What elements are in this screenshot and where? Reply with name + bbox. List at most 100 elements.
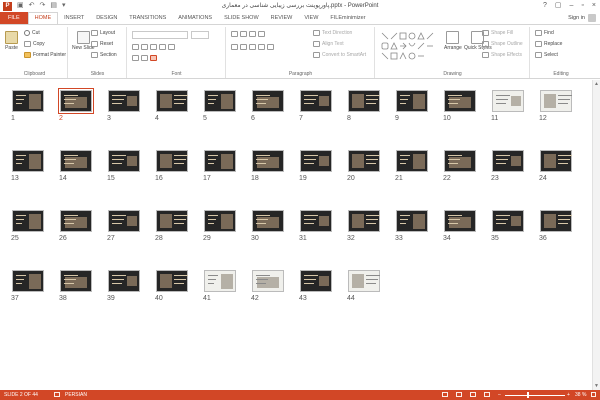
- zoom-slider[interactable]: [505, 394, 565, 396]
- slide-thumbnail[interactable]: [444, 210, 476, 232]
- slide-sorter-view-icon[interactable]: [456, 392, 462, 397]
- slide-thumbnail[interactable]: [156, 210, 188, 232]
- slide-thumbnail[interactable]: [108, 270, 140, 292]
- slide-thumbnail[interactable]: [396, 90, 428, 112]
- cut-button[interactable]: Cut: [24, 30, 40, 36]
- slide-thumbnail[interactable]: [540, 90, 572, 112]
- reading-view-icon[interactable]: [470, 392, 476, 397]
- slide-thumbnail[interactable]: [348, 270, 380, 292]
- layout-button[interactable]: Layout: [91, 30, 115, 36]
- alignment-buttons[interactable]: [231, 44, 274, 50]
- text-direction-button[interactable]: Text Direction: [313, 30, 352, 36]
- slide-thumbnail[interactable]: [300, 270, 332, 292]
- reset-button[interactable]: Reset: [91, 41, 113, 47]
- list-buttons[interactable]: [231, 31, 265, 37]
- font-name-combo[interactable]: [132, 31, 188, 39]
- select-button[interactable]: Select: [535, 52, 558, 58]
- slide-thumbnail[interactable]: [300, 150, 332, 172]
- zoom-in-icon[interactable]: +: [567, 390, 570, 400]
- slide-thumbnail[interactable]: [492, 90, 524, 112]
- restore-icon[interactable]: ▫: [581, 0, 583, 11]
- section-button[interactable]: Section: [91, 52, 117, 58]
- slide-thumbnail[interactable]: [540, 150, 572, 172]
- ribbon-display-options-icon[interactable]: ▢: [555, 0, 562, 11]
- slide-thumbnail[interactable]: [12, 150, 44, 172]
- slide-show-view-icon[interactable]: [484, 392, 490, 397]
- zoom-slider-thumb[interactable]: [526, 392, 529, 398]
- slide-thumbnail[interactable]: [300, 90, 332, 112]
- slide-thumbnail[interactable]: [204, 90, 236, 112]
- slide-thumbnail[interactable]: [396, 150, 428, 172]
- slide-thumbnail[interactable]: [540, 210, 572, 232]
- slide-thumbnail[interactable]: [108, 150, 140, 172]
- slide-thumbnail[interactable]: [60, 210, 92, 232]
- slide-thumbnail[interactable]: [348, 90, 380, 112]
- minimize-icon[interactable]: –: [570, 0, 574, 11]
- zoom-level[interactable]: 38 %: [575, 390, 586, 400]
- slide-thumbnail[interactable]: [108, 90, 140, 112]
- shape-fill-button[interactable]: Shape Fill: [482, 30, 513, 36]
- slide-thumbnail[interactable]: [252, 150, 284, 172]
- align-text-button[interactable]: Align Text: [313, 41, 344, 47]
- zoom-out-icon[interactable]: –: [498, 390, 501, 400]
- tab-view[interactable]: VIEW: [298, 12, 324, 24]
- slide-thumbnail[interactable]: [204, 210, 236, 232]
- slide-thumbnail[interactable]: [348, 210, 380, 232]
- font-color-buttons[interactable]: [132, 55, 157, 61]
- close-icon[interactable]: ×: [592, 0, 596, 11]
- tab-review[interactable]: REVIEW: [265, 12, 299, 24]
- slide-text-line: [496, 223, 506, 224]
- format-painter-button[interactable]: Format Painter: [24, 52, 66, 58]
- scroll-down-icon[interactable]: ▼: [594, 383, 599, 389]
- slide-thumbnail[interactable]: [252, 270, 284, 292]
- slide-thumbnail[interactable]: [60, 270, 92, 292]
- shapes-gallery[interactable]: [380, 31, 440, 61]
- tab-animations[interactable]: ANIMATIONS: [172, 12, 218, 24]
- font-size-combo[interactable]: [191, 31, 209, 39]
- arrange-button[interactable]: Arrange: [444, 31, 462, 51]
- slide-thumbnail[interactable]: [396, 210, 428, 232]
- spelling-icon[interactable]: [54, 392, 60, 397]
- shape-outline-button[interactable]: Shape Outline: [482, 41, 523, 47]
- slide-thumbnail[interactable]: [300, 210, 332, 232]
- slide-thumbnail[interactable]: [156, 270, 188, 292]
- vertical-scrollbar[interactable]: ▲ ▼: [592, 80, 600, 390]
- normal-view-icon[interactable]: [442, 392, 448, 397]
- tab-slide-show[interactable]: SLIDE SHOW: [218, 12, 265, 24]
- language-status[interactable]: PERSIAN: [65, 390, 87, 400]
- slide-thumbnail[interactable]: [12, 90, 44, 112]
- tab-fileminimizer[interactable]: FILEminimizer: [324, 12, 371, 24]
- shape-effects-button[interactable]: Shape Effects: [482, 52, 522, 58]
- slide-thumbnail[interactable]: [252, 210, 284, 232]
- tab-design[interactable]: DESIGN: [90, 12, 123, 24]
- sign-in[interactable]: Sign in: [568, 14, 596, 22]
- tab-transitions[interactable]: TRANSITIONS: [123, 12, 172, 24]
- tab-home[interactable]: HOME: [27, 12, 59, 24]
- slide-thumbnail[interactable]: [204, 270, 236, 292]
- scroll-up-icon[interactable]: ▲: [594, 81, 599, 87]
- paste-button[interactable]: Paste: [5, 31, 18, 51]
- slide-thumbnail[interactable]: [252, 90, 284, 112]
- slide-thumbnail[interactable]: [12, 210, 44, 232]
- find-button[interactable]: Find: [535, 30, 554, 36]
- slide-thumbnail[interactable]: [444, 90, 476, 112]
- slide-thumbnail[interactable]: [60, 150, 92, 172]
- tab-insert[interactable]: INSERT: [58, 12, 90, 24]
- tab-file[interactable]: FILE: [0, 12, 28, 24]
- slide-thumbnail[interactable]: [492, 150, 524, 172]
- help-icon[interactable]: ?: [543, 0, 547, 11]
- slide-thumbnail[interactable]: [108, 210, 140, 232]
- slide-thumbnail[interactable]: [204, 150, 236, 172]
- copy-button[interactable]: Copy: [24, 41, 45, 47]
- convert-smartart-button[interactable]: Convert to SmartArt: [313, 52, 366, 58]
- slide-thumbnail[interactable]: [348, 150, 380, 172]
- slide-thumbnail[interactable]: [156, 150, 188, 172]
- slide-thumbnail[interactable]: [156, 90, 188, 112]
- slide-thumbnail[interactable]: [492, 210, 524, 232]
- slide-thumbnail[interactable]: [58, 88, 94, 114]
- font-format-buttons[interactable]: [132, 44, 175, 50]
- fit-slide-icon[interactable]: [591, 392, 596, 397]
- slide-thumbnail[interactable]: [12, 270, 44, 292]
- replace-button[interactable]: Replace: [535, 41, 562, 47]
- slide-thumbnail[interactable]: [444, 150, 476, 172]
